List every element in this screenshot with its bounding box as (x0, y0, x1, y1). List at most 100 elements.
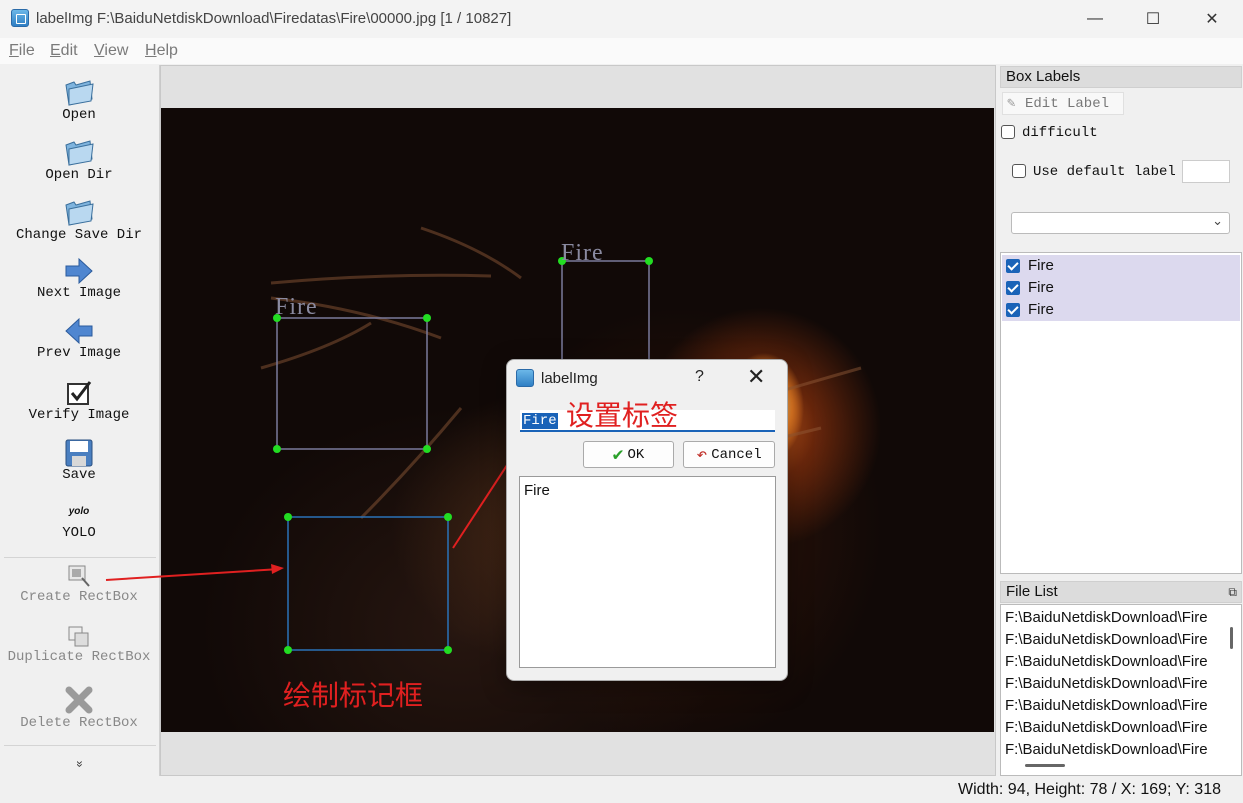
annotation-draw-box: 绘制标记框 (283, 679, 424, 712)
horizontal-scrollbar[interactable] (1025, 764, 1065, 767)
open-label: Open (62, 107, 96, 123)
open-dir-label: Open Dir (45, 167, 113, 183)
create-rectbox-label: Create RectBox (20, 589, 138, 605)
edit-label-button[interactable]: ✎ Edit Label (1002, 92, 1124, 115)
status-bar-text: Width: 94, Height: 78 / X: 169; Y: 318 (958, 781, 1221, 798)
yolo-icon: yolo (68, 506, 90, 517)
save-button[interactable]: Save (0, 439, 158, 483)
change-save-dir-label: Change Save Dir (15, 227, 143, 243)
box-handle[interactable] (444, 513, 452, 521)
folder-icon (65, 200, 94, 226)
duplicate-rectbox-button[interactable]: Duplicate RectBox (0, 625, 158, 665)
file-list-item[interactable]: F:\BaiduNetdiskDownload\Fire (1005, 675, 1208, 692)
list-item[interactable]: Fire (524, 482, 550, 499)
delete-rectbox-button[interactable]: Delete RectBox (0, 685, 158, 731)
label-list[interactable]: Fire Fire Fire (1000, 252, 1242, 574)
close-button[interactable]: ✕ (1183, 0, 1241, 38)
open-dir-button[interactable]: Open Dir (0, 137, 158, 183)
window-title: labelImg F:\BaiduNetdiskDownload\Firedat… (36, 10, 512, 27)
menu-file[interactable]: File (9, 42, 35, 60)
duplicate-rectbox-label: Duplicate RectBox (7, 649, 151, 665)
box-handle[interactable] (284, 646, 292, 654)
label-list-item[interactable]: Fire (1002, 277, 1240, 299)
default-label-input[interactable] (1182, 160, 1230, 183)
menu-bar (0, 38, 1243, 64)
toolbar-divider (4, 745, 156, 746)
box-handle[interactable] (273, 445, 281, 453)
format-label: YOLO (62, 525, 96, 541)
duplicate-icon (68, 626, 89, 647)
file-list-item[interactable]: F:\BaiduNetdiskDownload\Fire (1005, 631, 1208, 648)
save-label: Save (62, 467, 96, 483)
menu-edit[interactable]: Edit (50, 42, 78, 60)
menu-view[interactable]: View (94, 42, 128, 60)
prev-image-label: Prev Image (36, 345, 121, 361)
chevron-down-icon: ⌄ (1212, 213, 1223, 228)
edit-icon: ✎ (1007, 96, 1016, 112)
use-default-label-text: Use default label (1033, 164, 1176, 180)
label-history-list[interactable]: Fire (519, 476, 776, 668)
box-labels-title: Box Labels (1000, 66, 1242, 88)
check-icon: ✔ (612, 445, 624, 466)
label-combo[interactable]: ⌄ (1011, 212, 1230, 234)
menu-help[interactable]: Help (145, 42, 178, 60)
file-list-item[interactable]: F:\BaiduNetdiskDownload\Fire (1005, 719, 1208, 736)
vertical-scrollbar[interactable] (1230, 627, 1233, 649)
change-save-dir-button[interactable]: Change Save Dir (0, 197, 158, 243)
checkbox-checked-icon[interactable] (1006, 281, 1020, 295)
next-image-button[interactable]: Next Image (0, 257, 158, 301)
annotation-set-label: 设置标签 (566, 399, 679, 432)
file-list-item[interactable]: F:\BaiduNetdiskDownload\Fire (1005, 609, 1208, 626)
dialog-help-button[interactable]: ? (695, 368, 704, 386)
delete-x-icon (65, 686, 93, 714)
toolbar-divider (4, 557, 156, 558)
toolbar: Open Open Dir Change Save Dir Next Image… (0, 65, 160, 776)
folder-icon (65, 140, 94, 166)
label-list-item-text: Fire (1028, 257, 1054, 274)
file-list[interactable]: F:\BaiduNetdiskDownload\Fire F:\BaiduNet… (1000, 604, 1242, 776)
checkbox-checked-icon[interactable] (1006, 303, 1020, 317)
float-panel-icon[interactable]: ⧉ (1228, 582, 1237, 602)
box-label: Fire (275, 294, 318, 320)
maximize-button[interactable]: ☐ (1124, 0, 1182, 38)
annotation-arrow (105, 564, 284, 581)
cancel-button[interactable]: ↶ Cancel (683, 441, 775, 468)
file-list-item[interactable]: F:\BaiduNetdiskDownload\Fire (1005, 653, 1208, 670)
app-icon (11, 9, 29, 27)
minimize-button[interactable]: — (1066, 0, 1124, 38)
undo-arrow-icon: ↶ (696, 445, 708, 466)
bounding-box[interactable] (276, 317, 428, 450)
format-button[interactable]: yolo YOLO (0, 505, 158, 541)
use-default-label-checkbox[interactable] (1012, 164, 1026, 178)
dialog-close-button[interactable]: ✕ (747, 364, 765, 390)
ok-button[interactable]: ✔ OK (583, 441, 674, 468)
box-handle[interactable] (423, 445, 431, 453)
box-handle[interactable] (645, 257, 653, 265)
dialog-title: labelImg (541, 370, 598, 387)
label-list-item[interactable]: Fire (1002, 299, 1240, 321)
toolbar-extension-button[interactable]: » (73, 754, 87, 774)
verify-image-button[interactable]: Verify Image (0, 379, 158, 423)
difficult-label: difficult (1022, 125, 1098, 141)
app-icon (516, 369, 534, 387)
folder-icon (65, 80, 94, 106)
label-list-item-text: Fire (1028, 301, 1054, 318)
box-handle[interactable] (284, 513, 292, 521)
new-bounding-box[interactable] (287, 516, 449, 651)
checkbox-checked-icon[interactable] (1006, 259, 1020, 273)
prev-image-button[interactable]: Prev Image (0, 317, 158, 361)
file-list-title-text: File List (1006, 583, 1058, 600)
label-list-item[interactable]: Fire (1002, 255, 1240, 277)
delete-rectbox-label: Delete RectBox (20, 715, 138, 731)
verify-image-label: Verify Image (28, 407, 130, 423)
open-button[interactable]: Open (0, 77, 158, 123)
label-list-item-text: Fire (1028, 279, 1054, 296)
box-handle[interactable] (423, 314, 431, 322)
cancel-label: Cancel (711, 446, 762, 463)
file-list-item[interactable]: F:\BaiduNetdiskDownload\Fire (1005, 697, 1208, 714)
floppy-disk-icon (65, 439, 93, 467)
box-handle[interactable] (444, 646, 452, 654)
difficult-checkbox[interactable] (1001, 125, 1015, 139)
file-list-item[interactable]: F:\BaiduNetdiskDownload\Fire (1005, 741, 1208, 758)
next-image-label: Next Image (36, 285, 121, 301)
